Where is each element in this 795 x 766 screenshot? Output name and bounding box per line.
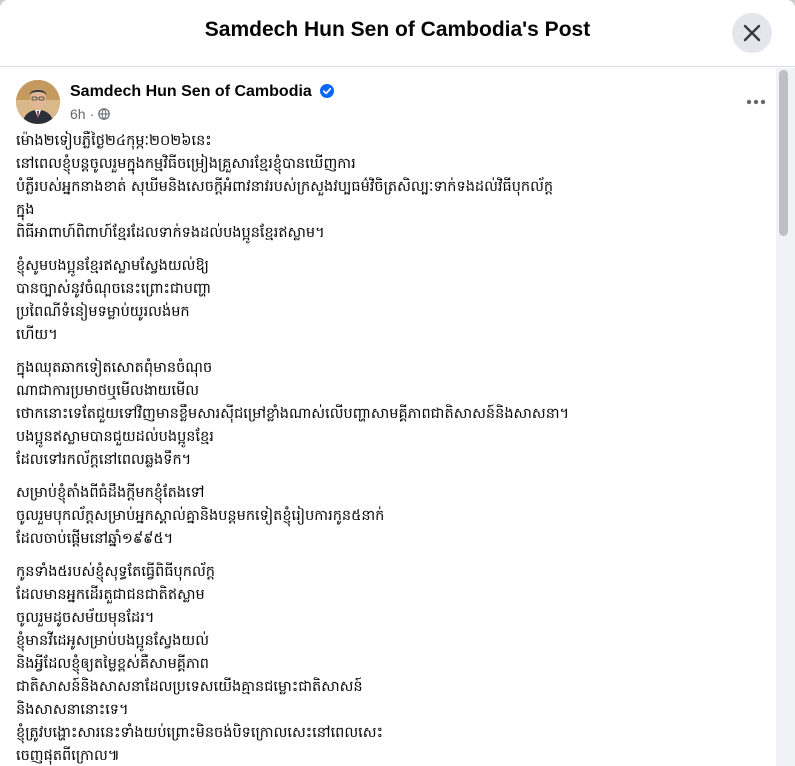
post-line: ចេញផុតពីក្រោល៕ bbox=[16, 748, 120, 764]
post-line: សម្រាប់ខ្ញុំតាំងពីធំដឹងក្តីមកខ្ញុំតែងទៅ bbox=[16, 485, 205, 501]
post-paragraph: សម្រាប់ខ្ញុំតាំងពីធំដឹងក្តីមកខ្ញុំតែងទៅ … bbox=[16, 482, 768, 551]
post-line: ហើយ។ bbox=[16, 327, 58, 343]
post-line: ខ្ញុំត្រូវបង្ហោះសារនេះទាំងយប់ព្រោះមិនចង់… bbox=[16, 725, 383, 741]
globe-icon[interactable] bbox=[98, 108, 111, 120]
post-line: ម៉ោង២ទៀបភ្លឺថ្ងៃ២៤កុម្ភៈ២០២៦នេះ bbox=[16, 133, 212, 149]
meta-separator: · bbox=[89, 106, 95, 122]
post-paragraph: កូនទាំង៥របស់ខ្ញុំសុទ្ធតែធ្វើពិធីបុកល័ក្ត… bbox=[16, 561, 768, 766]
post-line: ដែលចាប់ផ្តើមនៅឆ្នាំ១៩៩៥។ bbox=[16, 531, 174, 547]
post-meta: 6h · bbox=[70, 106, 111, 122]
post-line: ប្រពៃណីទំនៀមទម្លាប់យូរលង់មក bbox=[16, 304, 190, 320]
post-line: ជាតិសាសន៍និងសាសនាដែលប្រទេសយើងគ្មានជម្លោះ… bbox=[16, 679, 363, 695]
post-line: ណាជាការប្រមាថឬមើលងាយមើល bbox=[16, 383, 200, 399]
more-options-button[interactable] bbox=[740, 92, 772, 112]
author-avatar[interactable] bbox=[16, 80, 60, 124]
post-line: បំភ្លឺរបស់អ្នកនាងខាត់ សុឃីមនិងសេចក្តីអំព… bbox=[16, 179, 554, 195]
post-line: និងអ្វីដែលខ្ញុំឲ្យតម្លៃខ្ពស់គឺសាមគ្គីភាព bbox=[16, 656, 210, 672]
author-name-link[interactable]: Samdech Hun Sen of Cambodia bbox=[70, 83, 312, 100]
close-button[interactable] bbox=[732, 13, 772, 53]
dialog-title: Samdech Hun Sen of Cambodia's Post bbox=[204, 18, 591, 41]
post-line: ថោកនោះទេតែជួយទៅវិញមានខ្លឹមសារស៊ីជម្រៅខ្ល… bbox=[16, 406, 570, 422]
post-line: បានច្បាស់នូវចំណុចនេះព្រោះជាបញ្ហា bbox=[16, 281, 212, 297]
post-text: ម៉ោង២ទៀបភ្លឺថ្ងៃ២៤កុម្ភៈ២០២៦នេះ នៅពេលខ្ញ… bbox=[16, 130, 768, 766]
more-options-icon bbox=[746, 99, 766, 105]
post-content: Samdech Hun Sen of Cambodia 6h · ម៉ោង២ទៀ… bbox=[0, 68, 776, 766]
close-icon bbox=[743, 24, 761, 42]
post-line: កូនទាំង៥របស់ខ្ញុំសុទ្ធតែធ្វើពិធីបុកល័ក្ត bbox=[16, 564, 215, 580]
post-line: ចូលរួមដូចសម័យមុនដែរ។ bbox=[16, 610, 155, 626]
post-line: ខ្ញុំមានវីដេអូសម្រាប់បងប្អូនស្វែងយល់ bbox=[16, 633, 210, 649]
post-line: ពិធីអាពាហ៍ពិពាហ៍ខ្មែរដែលទាក់ទងដល់បងប្អូន… bbox=[16, 225, 325, 241]
author-name-row: Samdech Hun Sen of Cambodia bbox=[70, 83, 335, 101]
verified-badge-icon bbox=[320, 84, 335, 98]
dialog-header: Samdech Hun Sen of Cambodia's Post bbox=[0, 0, 795, 67]
post-line: បងប្អូនឥស្លាមបានជួយដល់បងប្អូនខ្មែរ bbox=[16, 429, 214, 445]
post-paragraph: ក្នុងឈុតឆាកទៀតសោតពុំមានចំណុច ណាជាការប្រម… bbox=[16, 357, 768, 472]
post-dialog: Samdech Hun Sen of Cambodia's Post Samde… bbox=[0, 0, 795, 766]
post-line: និងសាសនានោះទេ។ bbox=[16, 702, 129, 718]
post-line: នៅពេលខ្ញុំបន្តចូលរួមក្នុងកម្មវិធីចម្រៀងគ… bbox=[16, 156, 356, 172]
post-timestamp[interactable]: 6h bbox=[70, 106, 86, 122]
post-line: ក្នុង bbox=[16, 202, 35, 218]
post-line: ដែលមានអ្នកដើរតួជាជនជាតិឥស្លាម bbox=[16, 587, 205, 603]
post-paragraph: ខ្ញុំសូមបងប្អូនខ្មែរឥស្លាមស្វែងយល់ឱ្យ បា… bbox=[16, 255, 768, 347]
post-line: ចូលរួមបុកល័ក្តសម្រាប់អ្នកស្គាល់គ្នានិងបន… bbox=[16, 508, 385, 524]
post-line: ក្នុងឈុតឆាកទៀតសោតពុំមានចំណុច bbox=[16, 360, 213, 376]
post-line: ដែលទៅរកល័ក្តនៅពេលឆ្លងទឹក។ bbox=[16, 452, 192, 468]
post-paragraph: ម៉ោង២ទៀបភ្លឺថ្ងៃ២៤កុម្ភៈ២០២៦នេះ នៅពេលខ្ញ… bbox=[16, 130, 768, 245]
scrollbar-thumb[interactable] bbox=[779, 70, 788, 236]
post-line: ខ្ញុំសូមបងប្អូនខ្មែរឥស្លាមស្វែងយល់ឱ្យ bbox=[16, 258, 210, 274]
